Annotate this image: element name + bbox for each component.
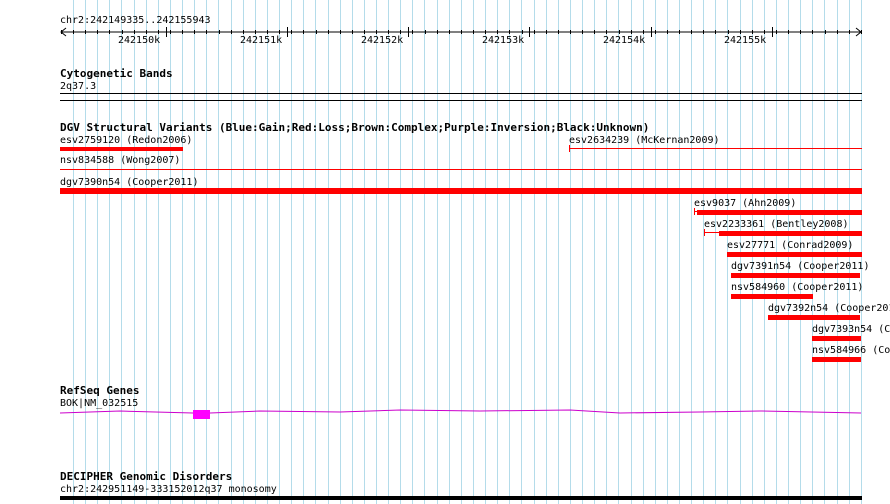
refseq-track-title: RefSeq Genes [60, 384, 140, 397]
dgv-feature-label: dgv7392n54 (Cooper2011) [768, 303, 890, 314]
dgv-feature-label: esv2634239 (McKernan2009) [569, 135, 720, 146]
dgv-feature-label: dgv7393n54 (Cooper2011) [812, 324, 890, 335]
genome-browser-panel: chr2:242149335..242155943 242150k 242151… [0, 0, 890, 504]
dgv-feature-bar[interactable] [60, 147, 183, 151]
dgv-feature-label: esv9037 (Ahn2009) [694, 198, 797, 209]
dgv-feature-bar[interactable] [697, 210, 862, 215]
dgv-feature-bar[interactable] [731, 294, 813, 299]
ruler-tick-label: 242154k [603, 35, 646, 46]
dgv-feature-line [704, 232, 720, 233]
dgv-feature-bar[interactable] [812, 357, 861, 362]
dgv-feature-bar[interactable] [731, 273, 860, 278]
dgv-feature-label: esv2759120 (Redon2006) [60, 135, 193, 146]
cytoband-bar-top[interactable] [60, 93, 862, 94]
ruler-tick-label: 242152k [361, 35, 404, 46]
dgv-feature-label: nsv584966 (Cooper2011) [812, 345, 890, 356]
dgv-feature-label: nsv834588 (Wong2007) [60, 155, 181, 166]
dgv-feature-bar[interactable] [60, 169, 862, 170]
dgv-feature-bar[interactable] [727, 252, 862, 257]
cytoband-track-title: Cytogenetic Bands [60, 67, 173, 80]
dgv-feature-bar[interactable] [60, 188, 862, 194]
dgv-feature-bar[interactable] [812, 336, 861, 341]
dgv-feature-bar[interactable] [569, 148, 862, 149]
dgv-feature-bar[interactable] [768, 315, 860, 320]
dgv-feature-label: nsv584960 (Cooper2011) [731, 282, 864, 293]
dgv-feature-label: dgv7391n54 (Cooper2011) [731, 261, 870, 272]
decipher-track-title: DECIPHER Genomic Disorders [60, 470, 233, 483]
dgv-feature-label: esv27771 (Conrad2009) [727, 240, 854, 251]
decipher-feature-label: chr2:242951149-333152012q37 monosomy [60, 484, 277, 495]
dgv-feature-bar[interactable] [719, 231, 862, 236]
cytoband-bar-bottom[interactable] [60, 100, 862, 101]
dgv-feature-label: dgv7390n54 (Cooper2011) [60, 177, 199, 188]
dgv-track-title: DGV Structural Variants (Blue:Gain;Red:L… [60, 121, 650, 134]
ruler-tick-label: 242151k [240, 35, 283, 46]
cytoband-label: 2q37.3 [60, 81, 97, 92]
refseq-exon[interactable] [193, 410, 210, 419]
ruler-tick-label: 242153k [482, 35, 525, 46]
refseq-gene-model[interactable] [0, 400, 890, 424]
ruler-tick-label: 242150k [118, 35, 161, 46]
decipher-feature-bar[interactable] [60, 496, 862, 500]
dgv-feature-label: esv2233361 (Bentley2008) [704, 219, 849, 230]
ruler-tick-label: 242155k [724, 35, 767, 46]
